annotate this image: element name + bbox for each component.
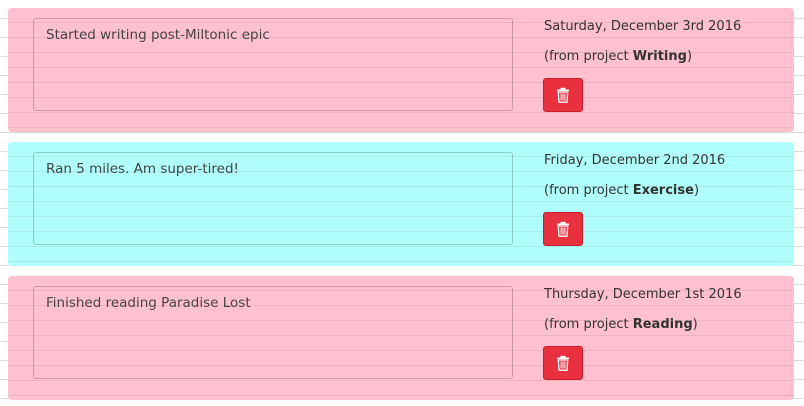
delete-entry-button[interactable] — [543, 212, 583, 246]
project-name: Reading — [632, 317, 693, 332]
project-prefix: (from project — [544, 183, 633, 198]
entry-project: (from project Writing) — [544, 49, 692, 64]
entry-text-input[interactable]: Ran 5 miles. Am super-tired! — [33, 152, 513, 245]
entry-card: Started writing post-Miltonic epic Satur… — [8, 8, 794, 132]
delete-entry-button[interactable] — [543, 78, 583, 112]
entry-project: (from project Reading) — [544, 317, 698, 332]
project-suffix: ) — [686, 49, 693, 64]
entry-text-input[interactable]: Started writing post-Miltonic epic — [33, 18, 513, 111]
project-suffix: ) — [692, 317, 698, 332]
entries-page: Started writing post-Miltonic epic Satur… — [0, 0, 804, 406]
trash-icon — [557, 221, 569, 237]
entry-date: Saturday, December 3rd 2016 — [544, 19, 742, 34]
entry-project: (from project Exercise) — [544, 183, 699, 198]
trash-icon — [557, 87, 569, 103]
project-name: Writing — [632, 49, 687, 64]
entry-date: Thursday, December 1st 2016 — [544, 287, 742, 302]
trash-icon — [557, 355, 569, 371]
project-prefix: (from project — [544, 317, 633, 332]
project-suffix: ) — [693, 183, 700, 198]
entry-date: Friday, December 2nd 2016 — [544, 153, 726, 168]
project-name: Exercise — [632, 183, 694, 198]
entry-card: Ran 5 miles. Am super-tired! Friday, Dec… — [8, 142, 794, 266]
entry-text-input[interactable]: Finished reading Paradise Lost — [33, 286, 513, 379]
entry-card: Finished reading Paradise Lost Thursday,… — [8, 276, 794, 400]
project-prefix: (from project — [544, 49, 633, 64]
delete-entry-button[interactable] — [543, 346, 583, 380]
